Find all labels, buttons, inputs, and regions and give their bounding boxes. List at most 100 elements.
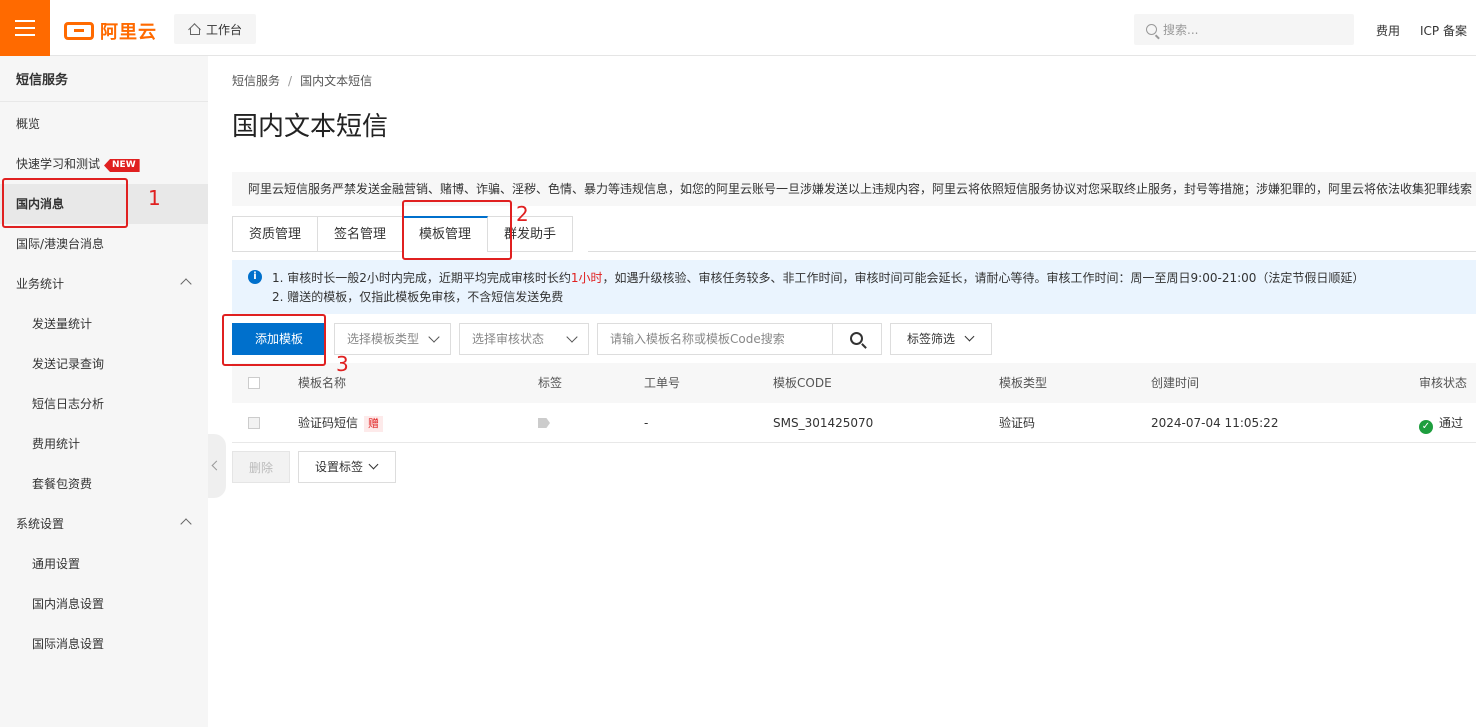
template-search-placeholder: 请输入模板名称或模板Code搜索 <box>610 332 785 346</box>
sidebar-item-log-analysis[interactable]: 短信日志分析 <box>0 384 208 424</box>
select-all-checkbox[interactable] <box>248 377 260 389</box>
table-header: 模板名称 标签 工单号 模板CODE 模板类型 创建时间 审核状态 <box>232 363 1476 403</box>
annotation-label-1: 1 <box>148 186 161 210</box>
sidebar-item-send-records[interactable]: 发送记录查询 <box>0 344 208 384</box>
notice-line-2: 2. 赠送的模板，仅指此模板免审核，不含短信发送免费 <box>272 290 564 304</box>
fee-link[interactable]: 费用 <box>1376 22 1400 39</box>
breadcrumb-separator: / <box>288 74 293 88</box>
top-bar: 阿里云 工作台 搜索... 费用 ICP 备案 <box>0 0 1476 56</box>
row-checkbox[interactable] <box>248 417 260 429</box>
aliyun-logo[interactable]: 阿里云 <box>64 18 157 44</box>
sidebar-item-label: 发送记录查询 <box>32 357 105 371</box>
tag-icon[interactable] <box>538 418 550 428</box>
chevron-up-icon <box>180 278 192 290</box>
column-header: 模板CODE <box>773 376 832 390</box>
review-status-select[interactable]: 选择审核状态 <box>459 323 589 355</box>
workbench-label: 工作台 <box>206 22 243 37</box>
column-header: 工单号 <box>644 376 681 390</box>
tab-qualification[interactable]: 资质管理 <box>232 216 319 252</box>
gift-badge: 赠 <box>364 416 384 432</box>
workbench-button[interactable]: 工作台 <box>174 14 257 44</box>
sidebar-item-package-fee[interactable]: 套餐包资费 <box>0 464 208 504</box>
breadcrumb: 短信服务 / 国内文本短信 <box>232 72 372 89</box>
column-header: 标签 <box>538 376 563 390</box>
search-icon <box>850 332 863 345</box>
search-icon <box>1146 24 1157 35</box>
annotation-label-2: 2 <box>516 202 529 226</box>
sidebar-item-label: 套餐包资费 <box>32 477 93 491</box>
home-icon <box>188 23 200 35</box>
sidebar-item-domestic-settings[interactable]: 国内消息设置 <box>0 584 208 624</box>
sidebar-item-label: 系统设置 <box>16 517 65 531</box>
set-tag-label: 设置标签 <box>315 460 364 474</box>
annotation-box-3 <box>222 314 326 366</box>
sidebar-item-label: 费用统计 <box>32 437 81 451</box>
sidebar-item-label: 国际/港澳台消息 <box>16 237 105 251</box>
review-status-cell: ✓ 通过 <box>1419 403 1463 443</box>
chevron-down-icon <box>428 331 440 343</box>
sidebar-group-stats[interactable]: 业务统计 <box>0 264 208 304</box>
sidebar-collapse-handle[interactable] <box>208 434 226 498</box>
info-icon: i <box>248 270 262 284</box>
annotation-box-2 <box>402 200 512 260</box>
sidebar-item-general-settings[interactable]: 通用设置 <box>0 544 208 584</box>
sidebar-item-fee-stats[interactable]: 费用统计 <box>0 424 208 464</box>
sidebar-item-label: 国内消息设置 <box>32 597 105 611</box>
icp-link[interactable]: ICP 备案 <box>1420 22 1467 39</box>
table-row: 验证码短信赠 - SMS_301425070 验证码 2024-07-04 11… <box>232 403 1476 443</box>
notice-line-1: 1. 审核时长一般2小时内完成，近期平均完成审核时长约1小时，如遇升级核验、审核… <box>272 271 1365 285</box>
global-search-placeholder: 搜索... <box>1163 23 1199 37</box>
menu-icon[interactable] <box>0 0 50 56</box>
sidebar-item-label: 国际消息设置 <box>32 637 105 651</box>
sidebar-item-label: 发送量统计 <box>32 317 93 331</box>
annotation-label-3: 3 <box>336 352 349 376</box>
chevron-down-icon <box>368 459 379 470</box>
check-circle-icon: ✓ <box>1419 420 1433 434</box>
delete-button[interactable]: 删除 <box>232 451 290 483</box>
template-type-select[interactable]: 选择模板类型 <box>334 323 451 355</box>
tab-signature[interactable]: 签名管理 <box>318 216 404 252</box>
template-type-placeholder: 选择模板类型 <box>347 332 420 346</box>
status-text: 通过 <box>1439 416 1464 430</box>
sidebar-item-label: 概览 <box>16 117 41 131</box>
logo-text: 阿里云 <box>100 22 157 43</box>
sidebar-item-label: 通用设置 <box>32 557 81 571</box>
aliyun-logo-icon <box>64 22 94 40</box>
template-name-cell: 验证码短信赠 <box>298 403 384 443</box>
template-name[interactable]: 验证码短信 <box>298 416 358 430</box>
sidebar-item-label: 业务统计 <box>16 277 65 291</box>
set-tag-button[interactable]: 设置标签 <box>298 451 396 483</box>
chevron-down-icon <box>964 331 975 342</box>
tag-filter-label: 标签筛选 <box>907 332 956 346</box>
search-button[interactable] <box>832 323 882 355</box>
sidebar-item-international-settings[interactable]: 国际消息设置 <box>0 624 208 664</box>
sidebar-item-international[interactable]: 国际/港澳台消息 <box>0 224 208 264</box>
column-header: 创建时间 <box>1151 376 1200 390</box>
order-no-cell: - <box>644 416 649 430</box>
created-time-cell: 2024-07-04 11:05:22 <box>1151 416 1279 430</box>
global-search-input[interactable]: 搜索... <box>1134 14 1354 45</box>
breadcrumb-item: 国内文本短信 <box>300 74 373 88</box>
sidebar-title: 短信服务 <box>0 56 208 102</box>
template-code-cell: SMS_301425070 <box>773 416 874 430</box>
sidebar: 短信服务 概览 快速学习和测试 NEW 国内消息 国际/港澳台消息 业务统计 发送… <box>0 56 208 727</box>
annotation-box-1 <box>2 178 128 228</box>
sidebar-item-label: 快速学习和测试 <box>16 157 101 171</box>
breadcrumb-item[interactable]: 短信服务 <box>232 74 280 88</box>
template-search-input[interactable]: 请输入模板名称或模板Code搜索 <box>597 323 833 355</box>
column-header: 模板类型 <box>999 376 1048 390</box>
new-badge: NEW <box>104 159 140 172</box>
sidebar-item-label: 短信日志分析 <box>32 397 105 411</box>
template-type-cell: 验证码 <box>999 416 1036 430</box>
sidebar-item-overview[interactable]: 概览 <box>0 104 208 144</box>
chevron-down-icon <box>566 331 578 343</box>
tag-filter-dropdown[interactable]: 标签筛选 <box>890 323 992 355</box>
review-status-placeholder: 选择审核状态 <box>472 332 545 346</box>
sidebar-item-send-volume[interactable]: 发送量统计 <box>0 304 208 344</box>
chevron-up-icon <box>180 518 192 530</box>
sidebar-group-settings[interactable]: 系统设置 <box>0 504 208 544</box>
column-header: 审核状态 <box>1419 376 1468 390</box>
page-title: 国内文本短信 <box>232 112 389 142</box>
tab-divider <box>588 251 1476 252</box>
review-notice: i 1. 审核时长一般2小时内完成，近期平均完成审核时长约1小时，如遇升级核验、… <box>232 260 1476 314</box>
